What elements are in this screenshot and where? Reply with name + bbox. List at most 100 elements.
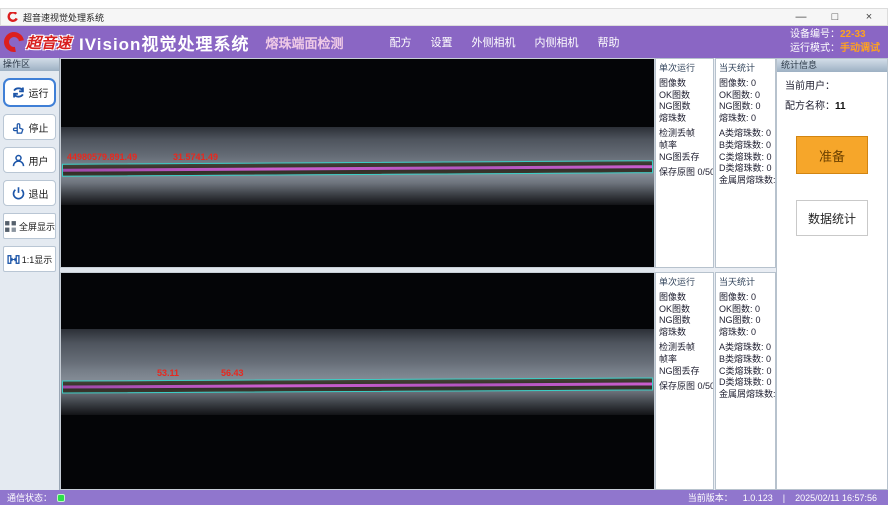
stat-row: NG图数: 0: [719, 101, 772, 113]
today-stats-box: 当天统计 图像数: 0 OK图数: 0 NG图数: 0 熔珠数: 0 A类熔珠数…: [715, 58, 776, 268]
stat-row: D类熔珠数: 0: [719, 163, 772, 175]
stat-row: 检测丢帧: [659, 128, 710, 140]
menu-item-inner-camera[interactable]: 内侧相机: [534, 34, 578, 50]
info-panel-title: 统计信息: [777, 59, 887, 72]
app-window: 超音速视觉处理系统 — □ × 超音速 IVision视觉处理系统 熔珠端面检测…: [0, 0, 888, 522]
device-id-label: 设备编号：: [790, 29, 840, 40]
power-icon: [11, 186, 26, 201]
current-user-row: 当前用户：: [777, 72, 887, 92]
stop-button[interactable]: 停止: [3, 114, 56, 140]
status-bar-right: 当前版本： 1.0.123 | 2025/02/11 16:57:56: [688, 491, 877, 504]
stat-row: 图像数: [659, 292, 710, 304]
status-separator: |: [783, 493, 785, 503]
stat-row: NG图数: 0: [719, 315, 772, 327]
stat-row: 熔珠数: 0: [719, 327, 772, 339]
menu-item-help[interactable]: 帮助: [597, 34, 619, 50]
stat-row: 帧率: [659, 140, 710, 152]
menu-item-outer-camera[interactable]: 外侧相机: [471, 34, 515, 50]
user-button[interactable]: 用户: [3, 147, 56, 173]
recipe-name-row: 配方名称：11: [777, 92, 887, 112]
sidebar-title: 操作区: [0, 58, 59, 71]
comm-status-label: 通信状态：: [7, 491, 52, 504]
app-header: 超音速 IVision视觉处理系统 熔珠端面检测 配方 设置 外侧相机 内侧相机…: [0, 26, 888, 58]
stat-row: 图像数: [659, 78, 710, 90]
measurement-overlay: 44980579.891.49: [67, 152, 137, 162]
stats-group-top: 单次运行 图像数 OK图数 NG图数 熔珠数 检测丢帧 帧率 NG图丢存 保存原…: [655, 58, 776, 268]
measurement-overlay: 56.43: [221, 368, 244, 378]
user-icon: [11, 153, 26, 168]
brand-swoosh-icon: [0, 28, 28, 56]
single-run-title: 单次运行: [659, 61, 710, 74]
measurement-overlay: 31.5741.49: [173, 152, 218, 162]
close-button[interactable]: ×: [863, 9, 875, 25]
user-button-label: 用户: [29, 153, 49, 168]
device-id-value: 22-33: [840, 29, 866, 40]
outer-camera-view: 44980579.891.49 31.5741.49: [60, 58, 655, 268]
one-to-one-icon: [7, 253, 20, 266]
detection-line: [63, 165, 652, 172]
stat-row: D类熔珠数: 0: [719, 377, 772, 389]
stat-row: OK图数: [659, 304, 710, 316]
stat-row: 熔珠数: [659, 327, 710, 339]
brand-text: 超音速: [26, 32, 71, 53]
detection-line: [63, 382, 652, 388]
stat-row: OK图数: [659, 90, 710, 102]
hand-stop-icon: [11, 120, 26, 135]
stop-button-label: 停止: [29, 120, 49, 135]
single-run-box: 单次运行 图像数 OK图数 NG图数 熔珠数 检测丢帧 帧率 NG图丢存 保存原…: [655, 272, 714, 490]
measurement-overlay: 53.11: [157, 368, 179, 378]
one-to-one-button-label: 1:1显示: [22, 253, 53, 266]
stat-row-save: 保存原图 0/500: [659, 381, 710, 393]
stat-row: 图像数: 0: [719, 78, 772, 90]
version-value: 1.0.123: [743, 493, 773, 503]
camera-image-band: [61, 329, 654, 415]
one-to-one-button[interactable]: 1:1显示: [3, 246, 56, 272]
status-bar: 通信状态： 当前版本： 1.0.123 | 2025/02/11 16:57:5…: [0, 490, 888, 505]
brand-logo: 超音速: [4, 32, 71, 53]
stat-row: NG图丢存: [659, 366, 710, 378]
version-label: 当前版本：: [688, 491, 733, 504]
menu-item-settings[interactable]: 设置: [430, 34, 452, 50]
current-user-label: 当前用户：: [785, 81, 835, 92]
today-stats-box: 当天统计 图像数: 0 OK图数: 0 NG图数: 0 熔珠数: 0 A类熔珠数…: [715, 272, 776, 490]
stat-row-save: 保存原图 0/500: [659, 167, 710, 179]
fullscreen-grid-icon: [4, 220, 17, 233]
main-menu: 配方 设置 外侧相机 内侧相机 帮助: [389, 34, 619, 50]
stat-row: 检测丢帧: [659, 342, 710, 354]
titlebar: 超音速视觉处理系统 — □ ×: [0, 8, 888, 26]
app-icon: [7, 12, 18, 23]
main-content: 操作区 运行 停止: [0, 58, 888, 490]
stat-row: 金属屑熔珠数: 0: [719, 175, 772, 187]
menu-item-recipe[interactable]: 配方: [389, 34, 411, 50]
recipe-name-label: 配方名称：: [785, 101, 835, 112]
ready-button[interactable]: 准备: [796, 136, 868, 174]
maximize-button[interactable]: □: [829, 9, 841, 25]
data-statistics-button[interactable]: 数据统计: [796, 200, 868, 236]
single-run-title: 单次运行: [659, 275, 710, 288]
today-stats-title: 当天统计: [719, 61, 772, 74]
stat-row: 帧率: [659, 354, 710, 366]
stat-row: NG图丢存: [659, 152, 710, 164]
minimize-button[interactable]: —: [795, 9, 807, 25]
stat-row: B类熔珠数: 0: [719, 140, 772, 152]
exit-button-label: 退出: [29, 186, 49, 201]
run-cycle-icon: [11, 85, 26, 100]
stat-row: A类熔珠数: 0: [719, 128, 772, 140]
info-panel: 统计信息 当前用户： 配方名称：11 准备 数据统计: [776, 58, 888, 490]
stat-row: C类熔珠数: 0: [719, 152, 772, 164]
camera-viewers: 44980579.891.49 31.5741.49 53.11 56.43: [60, 58, 655, 490]
fullscreen-button[interactable]: 全屏显示: [3, 213, 56, 239]
stat-row: B类熔珠数: 0: [719, 354, 772, 366]
stat-row: 熔珠数: [659, 113, 710, 125]
stat-row: A类熔珠数: 0: [719, 342, 772, 354]
stat-row: 图像数: 0: [719, 292, 772, 304]
run-button[interactable]: 运行: [3, 78, 56, 107]
exit-button[interactable]: 退出: [3, 180, 56, 206]
app-title: IVision视觉处理系统: [79, 30, 249, 55]
stats-column: 单次运行 图像数 OK图数 NG图数 熔珠数 检测丢帧 帧率 NG图丢存 保存原…: [655, 58, 776, 490]
run-mode-value: 手动调试: [840, 43, 880, 54]
today-stats-title: 当天统计: [719, 275, 772, 288]
stat-row: 熔珠数: 0: [719, 113, 772, 125]
device-info: 设备编号：22-33 运行模式：手动调试: [790, 28, 880, 56]
stats-group-bottom: 单次运行 图像数 OK图数 NG图数 熔珠数 检测丢帧 帧率 NG图丢存 保存原…: [655, 272, 776, 490]
